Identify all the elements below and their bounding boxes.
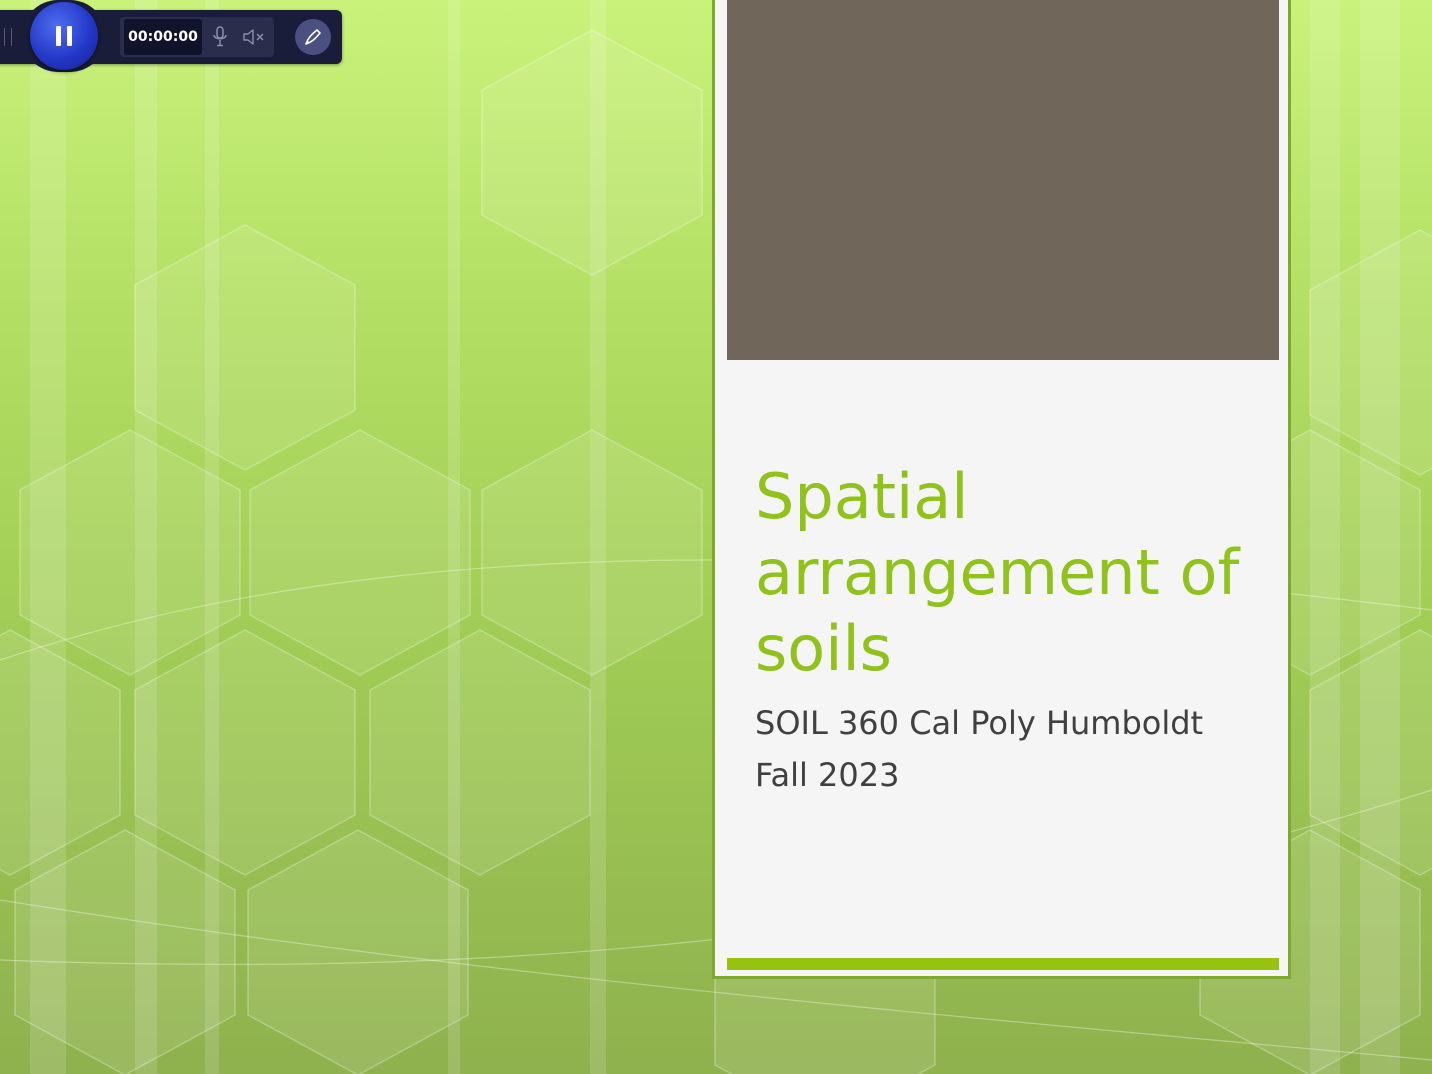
pen-tool-button[interactable] [295, 19, 331, 55]
microphone-icon[interactable] [208, 25, 232, 49]
timer-group: 00:00:00 [120, 17, 274, 57]
pen-icon [305, 29, 321, 45]
pause-button[interactable] [30, 2, 98, 70]
speaker-muted-icon[interactable] [242, 25, 266, 49]
slide-image-placeholder [727, 0, 1279, 360]
recording-timer: 00:00:00 [124, 19, 202, 55]
subtitle-course: SOIL 360 Cal Poly Humboldt [755, 704, 1204, 742]
pause-icon [56, 26, 72, 46]
slide-subtitle: SOIL 360 Cal Poly Humboldt Fall 2023 [755, 697, 1275, 801]
drag-handle[interactable] [4, 28, 12, 46]
slide-content-card: Spatial arrangement of soils SOIL 360 Ca… [712, 0, 1291, 979]
subtitle-term: Fall 2023 [755, 756, 900, 794]
slide-title: Spatial arrangement of soils [755, 460, 1240, 685]
accent-bar [727, 958, 1279, 970]
